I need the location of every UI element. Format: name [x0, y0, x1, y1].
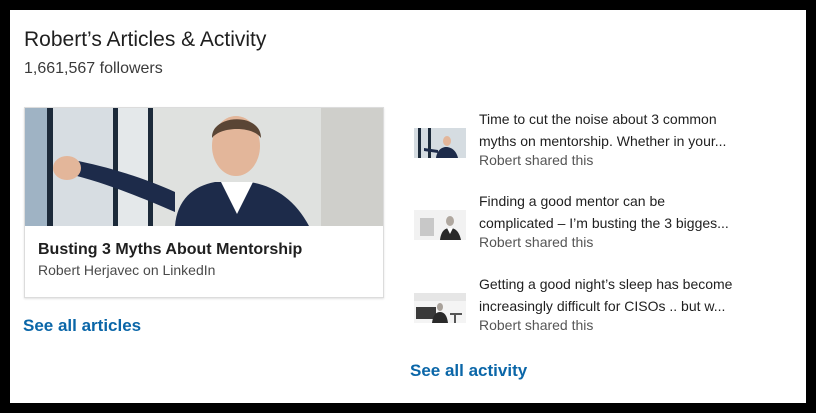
activity-snippet-line: Getting a good night’s sleep has become	[479, 276, 733, 292]
article-author: Robert Herjavec on LinkedIn	[38, 262, 216, 278]
activity-thumbnail	[414, 210, 466, 240]
see-all-articles-link[interactable]: See all articles	[23, 316, 141, 336]
activity-snippet: Time to cut the noise about 3 common myt…	[479, 108, 784, 152]
activity-snippet: Getting a good night’s sleep has become …	[479, 273, 784, 317]
articles-activity-panel: Robert’s Articles & Activity 1,661,567 f…	[10, 10, 806, 403]
activity-snippet-line: myths on mentorship. Whether in your...	[479, 133, 727, 149]
article-cover-photo	[25, 108, 383, 226]
activity-thumbnail	[414, 128, 466, 158]
activity-snippet-line: complicated – I’m busting the 3 bigges..…	[479, 215, 729, 231]
activity-thumbnail	[414, 293, 466, 323]
section-title: Robert’s Articles & Activity	[24, 28, 267, 51]
see-all-activity-link[interactable]: See all activity	[410, 361, 527, 381]
activity-shared-by: Robert shared this	[479, 317, 594, 333]
activity-snippet-line: Time to cut the noise about 3 common	[479, 111, 717, 127]
activity-snippet-line: Finding a good mentor can be	[479, 193, 666, 209]
activity-snippet: Finding a good mentor can be complicated…	[479, 190, 784, 234]
activity-snippet-line: increasingly difficult for CISOs .. but …	[479, 298, 726, 314]
activity-shared-by: Robert shared this	[479, 152, 594, 168]
article-card[interactable]: Busting 3 Myths About Mentorship Robert …	[24, 107, 384, 298]
followers-count: 1,661,567 followers	[24, 60, 163, 77]
article-title[interactable]: Busting 3 Myths About Mentorship	[38, 241, 302, 259]
activity-shared-by: Robert shared this	[479, 234, 594, 250]
